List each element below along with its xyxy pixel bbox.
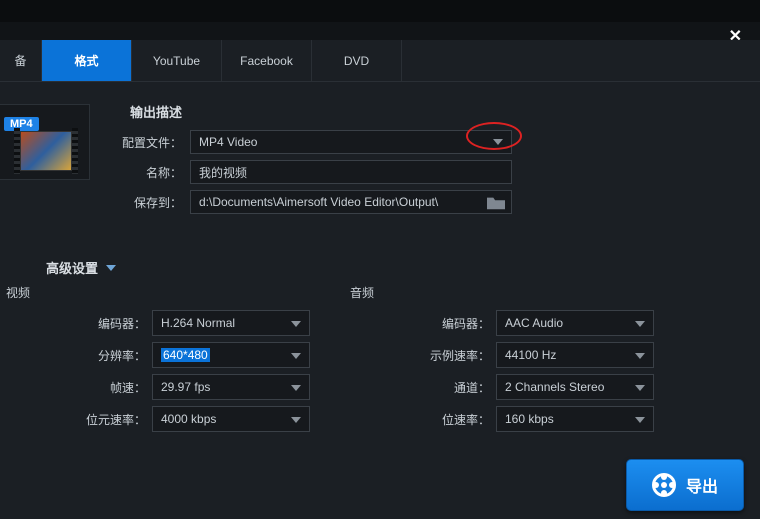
export-button[interactable]: 导出: [626, 459, 744, 511]
tab-facebook[interactable]: Facebook: [222, 40, 312, 81]
dialog-content: 备 格式 YouTube Facebook DVD MP4 输出描述 配置文件：…: [0, 40, 760, 523]
chevron-down-icon: [291, 417, 301, 423]
audio-channel-select[interactable]: 2 Channels Stereo: [496, 374, 654, 400]
name-value: 我的视频: [199, 164, 247, 181]
video-encoder-select[interactable]: H.264 Normal: [152, 310, 310, 336]
output-section-title: 输出描述: [130, 102, 182, 121]
video-section-title: 视频: [6, 284, 30, 301]
profile-dropdown[interactable]: MP4 Video: [190, 130, 512, 154]
audio-bitrate-label: 位速率：: [428, 411, 490, 428]
chevron-down-icon: [291, 321, 301, 327]
saveto-input[interactable]: d:\Documents\Aimersoft Video Editor\Outp…: [190, 190, 512, 214]
advanced-label: 高级设置: [46, 258, 98, 277]
audio-samplerate-label: 示例速率：: [428, 347, 490, 364]
tab-dvd[interactable]: DVD: [312, 40, 402, 81]
name-label: 名称：: [110, 164, 182, 181]
audio-bitrate-select[interactable]: 160 kbps: [496, 406, 654, 432]
export-label: 导出: [686, 473, 718, 497]
audio-channel-label: 通道：: [428, 379, 490, 396]
folder-icon: [485, 194, 507, 212]
tab-bar: 备 格式 YouTube Facebook DVD: [0, 40, 760, 82]
format-thumbnail[interactable]: MP4: [0, 104, 90, 180]
saveto-label: 保存到：: [110, 194, 182, 211]
video-resolution-label: 分辨率：: [84, 347, 146, 364]
chevron-down-icon: [635, 353, 645, 359]
chevron-down-icon: [493, 139, 503, 145]
app-window: ✕ 备 格式 YouTube Facebook DVD MP4 输出描述 配置文…: [0, 0, 760, 523]
name-input[interactable]: 我的视频: [190, 160, 512, 184]
thumbnail-image: [20, 131, 72, 171]
film-strip-icon: [72, 128, 78, 174]
audio-encoder-select[interactable]: AAC Audio: [496, 310, 654, 336]
chevron-down-icon: [291, 385, 301, 391]
tab-format[interactable]: 格式: [42, 40, 132, 81]
advanced-toggle[interactable]: 高级设置: [46, 258, 116, 277]
audio-encoder-label: 编码器：: [428, 315, 490, 332]
video-fps-select[interactable]: 29.97 fps: [152, 374, 310, 400]
chevron-down-icon: [291, 353, 301, 359]
profile-value: MP4 Video: [199, 135, 257, 149]
chevron-down-icon: [635, 321, 645, 327]
format-badge: MP4: [4, 117, 39, 131]
video-encoder-label: 编码器：: [84, 315, 146, 332]
tab-device[interactable]: 备: [0, 40, 42, 81]
audio-settings: 编码器： AAC Audio 示例速率： 44100 Hz 通道： 2 Chan…: [428, 310, 654, 438]
film-reel-icon: [652, 473, 676, 497]
footer: 导出: [626, 459, 744, 511]
video-resolution-select[interactable]: 640*480: [152, 342, 310, 368]
saveto-value: d:\Documents\Aimersoft Video Editor\Outp…: [199, 195, 438, 209]
profile-label: 配置文件：: [110, 134, 182, 151]
audio-section-title: 音频: [350, 284, 374, 301]
browse-button[interactable]: [485, 194, 507, 212]
video-fps-label: 帧速：: [84, 379, 146, 396]
audio-samplerate-select[interactable]: 44100 Hz: [496, 342, 654, 368]
chevron-down-icon: [106, 265, 116, 271]
video-bitrate-select[interactable]: 4000 kbps: [152, 406, 310, 432]
chevron-down-icon: [635, 417, 645, 423]
chevron-down-icon: [635, 385, 645, 391]
video-settings: 编码器： H.264 Normal 分辨率： 640*480 帧速： 29.97…: [84, 310, 310, 438]
title-bar: [0, 0, 760, 22]
video-bitrate-label: 位元速率：: [84, 411, 146, 428]
tab-youtube[interactable]: YouTube: [132, 40, 222, 81]
